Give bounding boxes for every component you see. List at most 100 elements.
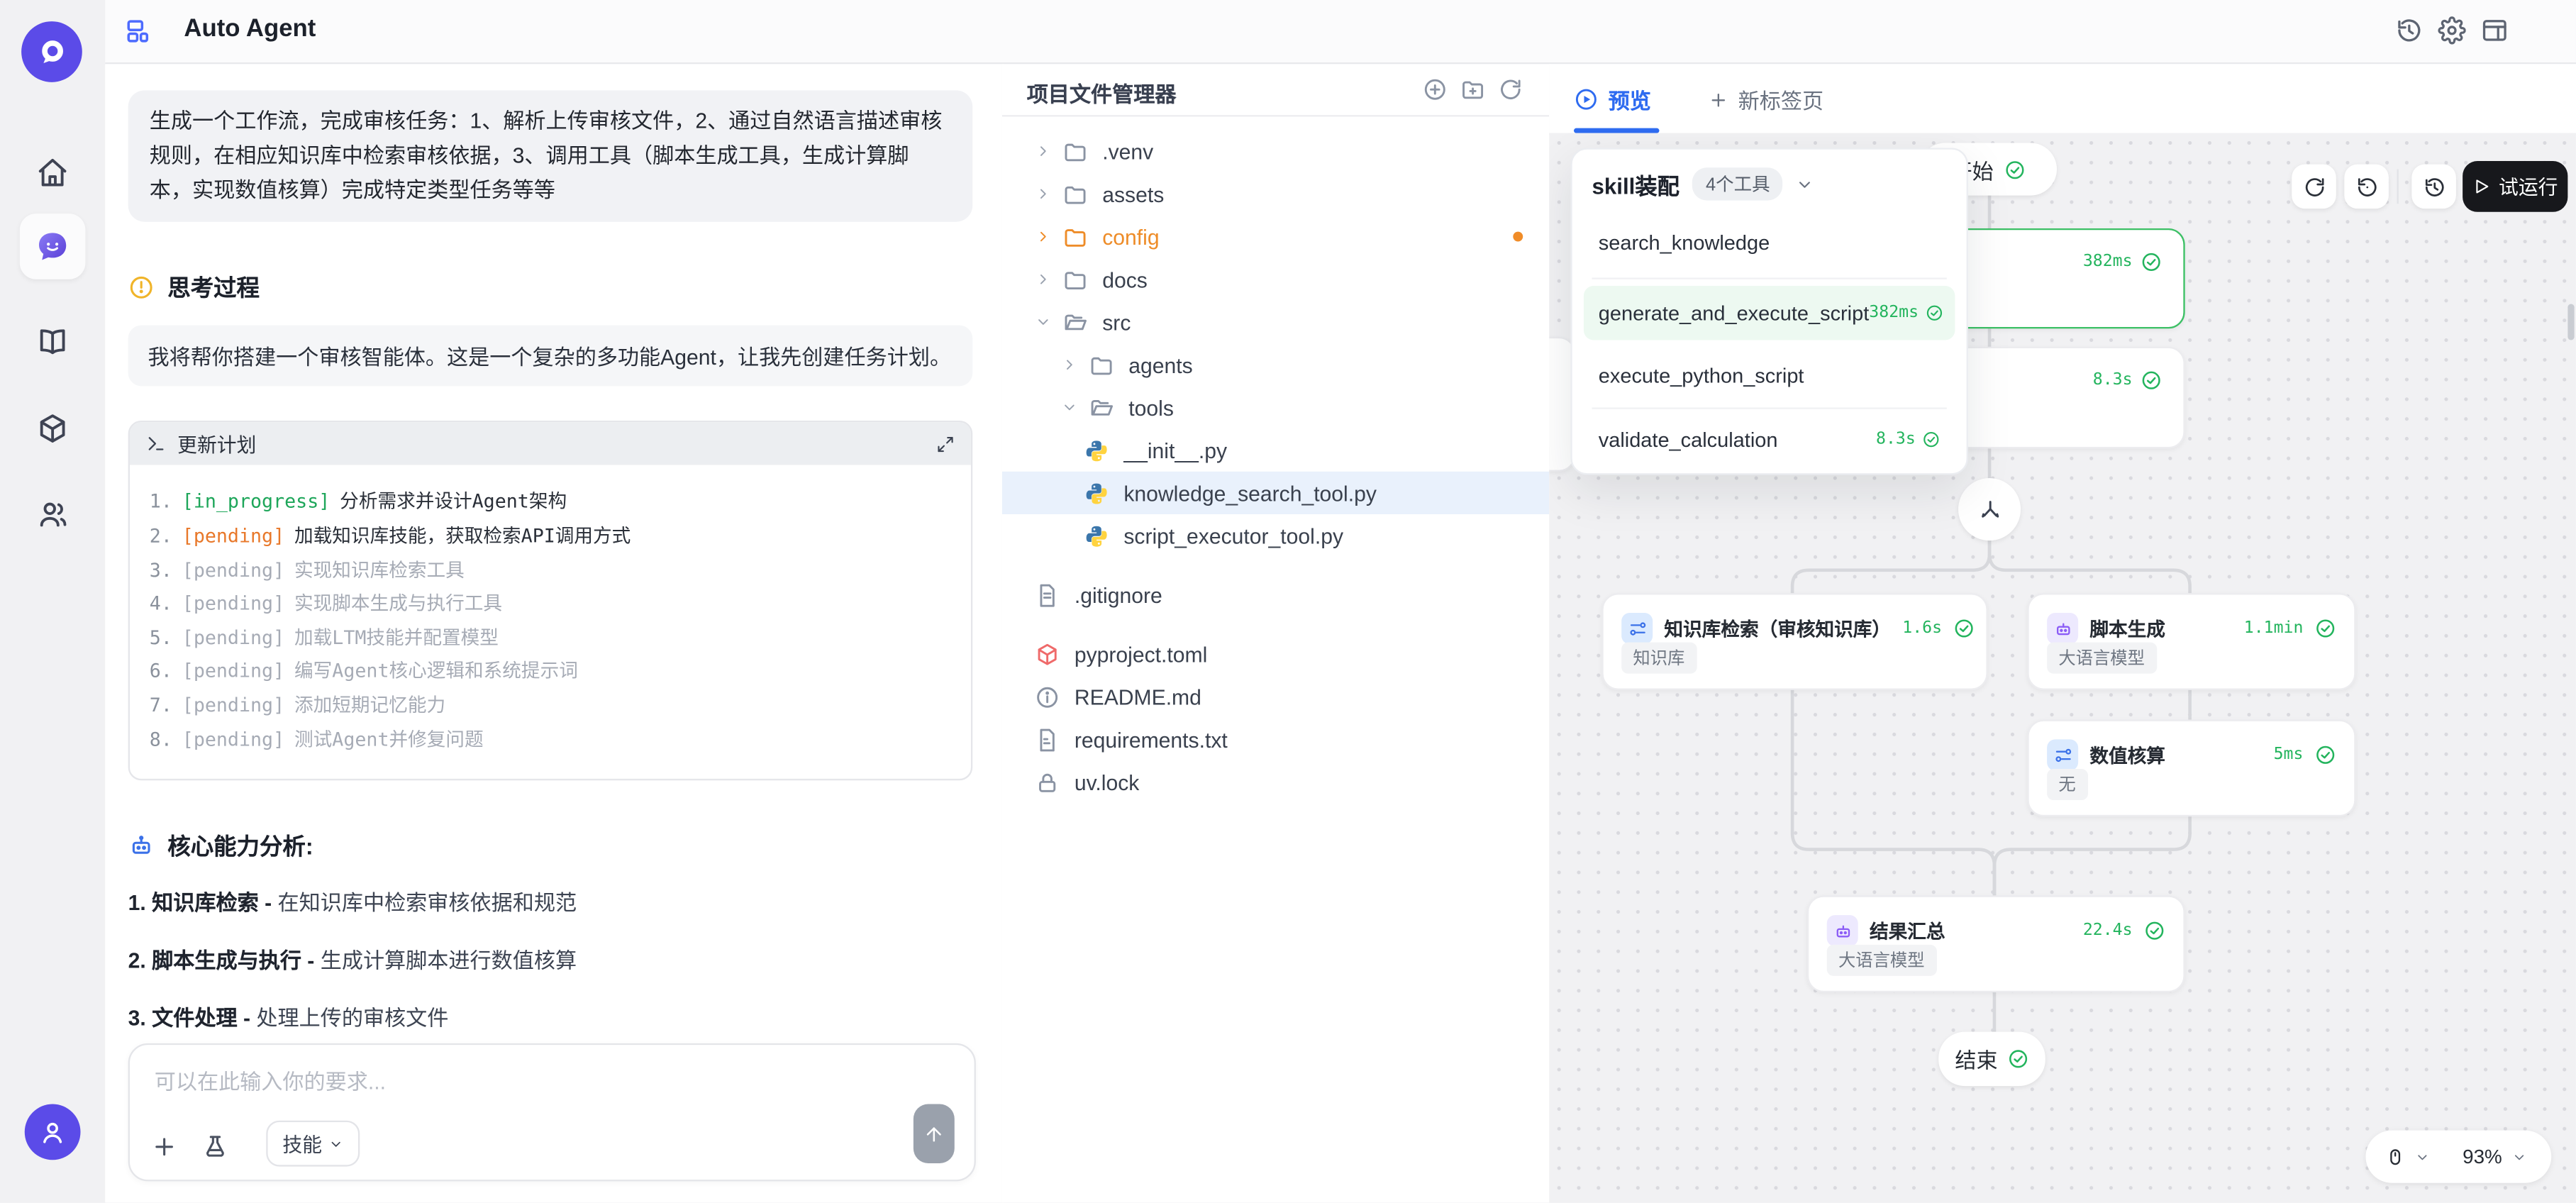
plan-item: 6.[pending]编写Agent核心逻辑和系统提示词 (150, 655, 951, 689)
thinking-body: 我将帮你搭建一个审核智能体。这是一个复杂的多功能Agent，让我先创建任务计划。 (128, 326, 973, 387)
tree-row-folder[interactable]: docs (1002, 258, 1549, 301)
file-manager-header: 项目文件管理器 (1002, 64, 1549, 116)
tree-row-file[interactable]: requirements.txt (1002, 718, 1549, 760)
refresh-icon[interactable] (1498, 77, 1523, 102)
mouse-icon[interactable] (2385, 1146, 2405, 1168)
toolbar-divider (2397, 170, 2398, 204)
chat-icon[interactable] (20, 214, 86, 279)
workflow-canvas[interactable]: 开始 382ms 8.3s (1549, 133, 2576, 1203)
zoom-level[interactable]: 93% (2463, 1145, 2502, 1168)
beaker-icon[interactable] (202, 1133, 228, 1160)
tree-row-file[interactable]: pyproject.toml (1002, 633, 1549, 675)
history-icon[interactable] (2411, 165, 2456, 209)
history-icon[interactable] (2395, 16, 2425, 46)
top-bar: Auto Agent (105, 0, 2576, 64)
workflow-node-calc[interactable]: 数值核算 5ms 无 (2027, 720, 2355, 817)
check-circle-icon (2315, 618, 2336, 639)
user-message: 生成一个工作流，完成审核任务：1、解析上传审核文件，2、通过自然语言描述审核规则… (128, 90, 973, 222)
skill-tool-item[interactable]: execute_python_script (1584, 348, 1955, 402)
app-window: Auto Agent 生成一个工作流，完成审核任务：1、解析上传审核文件，2、通… (0, 0, 2576, 1203)
workflow-end-node[interactable]: 结束 (1938, 1032, 2045, 1086)
check-circle-icon (2144, 920, 2165, 941)
package-icon (1035, 642, 1060, 667)
lock-icon (1035, 770, 1060, 794)
active-tab-underline (1574, 128, 1659, 133)
attach-plus-icon[interactable] (151, 1133, 177, 1160)
skill-tool-item[interactable]: validate_calculation 8.3s (1584, 412, 1955, 466)
node-tag: 大语言模型 (2047, 643, 2156, 674)
python-icon (1084, 481, 1109, 506)
chevron-down-icon (328, 1136, 343, 1151)
thinking-icon (128, 275, 155, 301)
plan-item: 5.[pending]加载LTM技能并配置模型 (150, 621, 951, 655)
capabilities-title: 核心能力分析: (167, 830, 313, 863)
tree-row-folder-config[interactable]: config (1002, 215, 1549, 257)
tree-row-file[interactable]: uv.lock (1002, 760, 1549, 803)
check-circle-icon (1953, 618, 1975, 639)
node-tag: 无 (2047, 769, 2087, 800)
thinking-title: 思考过程 (167, 272, 260, 304)
skill-button[interactable]: 技能 (266, 1121, 360, 1167)
plan-title: 更新计划 (177, 431, 256, 458)
terminal-icon (146, 434, 166, 454)
send-button[interactable] (914, 1104, 955, 1163)
chat-panel: 生成一个工作流，完成审核任务：1、解析上传审核文件，2、通过自然语言描述审核规则… (105, 64, 1004, 1202)
skill-tool-item[interactable]: search_knowledge (1584, 215, 1955, 269)
canvas-scrollbar[interactable] (2567, 304, 2574, 340)
tree-row-folder[interactable]: assets (1002, 172, 1549, 215)
check-circle-icon (2315, 744, 2336, 765)
tree-row-file[interactable]: README.md (1002, 675, 1549, 718)
check-circle-icon (1922, 431, 1940, 448)
tree-row-folder[interactable]: agents (1002, 343, 1549, 386)
preview-panel: 预览 新标签页 (1549, 64, 2576, 1202)
book-icon[interactable] (20, 309, 86, 375)
tree-row-file[interactable]: __init__.py (1002, 429, 1549, 472)
plan-card: 更新计划 1.[in_progress]分析需求并设计Agent架构 2.[pe… (128, 421, 973, 781)
tree-row-folder-open[interactable]: src (1002, 301, 1549, 343)
user-avatar[interactable] (25, 1104, 81, 1160)
document-icon (1035, 582, 1060, 607)
chat-input[interactable] (151, 1061, 864, 1124)
layout-panel-icon[interactable] (2481, 16, 2511, 46)
file-manager-panel: 项目文件管理器 .venv assets (1002, 64, 1551, 1202)
plan-card-header[interactable]: 更新计划 (130, 423, 971, 465)
chevron-down-icon[interactable] (2415, 1149, 2430, 1164)
robot-icon (1827, 915, 1858, 946)
robot-icon (2047, 613, 2078, 644)
plan-item: 3.[pending]实现知识库检索工具 (150, 553, 951, 587)
gear-icon[interactable] (2438, 16, 2467, 46)
cube-icon[interactable] (20, 396, 86, 462)
check-circle-icon (2004, 159, 2025, 180)
refresh-icon[interactable] (2344, 165, 2389, 209)
tab-new[interactable]: 新标签页 (1709, 84, 1823, 115)
branch-node[interactable] (1958, 478, 2021, 540)
app-logo-icon (21, 21, 82, 82)
skill-panel-header[interactable]: skill装配 4个工具 (1592, 167, 1814, 200)
sync-icon[interactable] (2292, 165, 2336, 209)
capability-item: 3. 文件处理 - 处理上传的审核文件 (128, 1003, 973, 1036)
tree-row-file[interactable]: .gitignore (1002, 573, 1549, 616)
panels-toggle-icon[interactable] (125, 16, 155, 46)
tree-row-folder[interactable]: .venv (1002, 130, 1549, 172)
new-folder-icon[interactable] (1460, 77, 1485, 102)
tree-row-file[interactable]: script_executor_tool.py (1002, 514, 1549, 557)
expand-icon[interactable] (936, 436, 954, 453)
workflow-node-summary[interactable]: 结果汇总 22.4s 大语言模型 (1807, 895, 2185, 992)
users-icon[interactable] (20, 482, 86, 548)
workflow-node-script[interactable]: 脚本生成 1.1min 大语言模型 (2027, 593, 2355, 690)
chevron-down-icon[interactable] (2512, 1149, 2527, 1164)
test-run-button[interactable]: 试运行 (2463, 161, 2567, 212)
node-tag: 大语言模型 (1827, 945, 1936, 976)
tree-row-file-selected[interactable]: knowledge_search_tool.py (1002, 472, 1549, 514)
tree-row-folder-open[interactable]: tools (1002, 386, 1549, 428)
new-file-icon[interactable] (1423, 77, 1448, 102)
tab-preview[interactable]: 预览 (1574, 84, 1651, 115)
skill-assembly-panel: skill装配 4个工具 search_knowledge generate_a… (1570, 148, 1968, 475)
home-icon[interactable] (20, 140, 86, 206)
canvas-zoom-control: 93% (2365, 1131, 2551, 1183)
info-icon (1035, 684, 1060, 709)
skill-tool-item-active[interactable]: generate_and_execute_script 382ms (1584, 286, 1955, 340)
node-tag: 知识库 (1621, 643, 1696, 674)
plan-item: 2.[pending]加载知识库技能，获取检索API调用方式 (150, 519, 951, 553)
workflow-node-knowledge[interactable]: 知识库检索（审核知识库） 1.6s 知识库 (1601, 593, 1987, 690)
